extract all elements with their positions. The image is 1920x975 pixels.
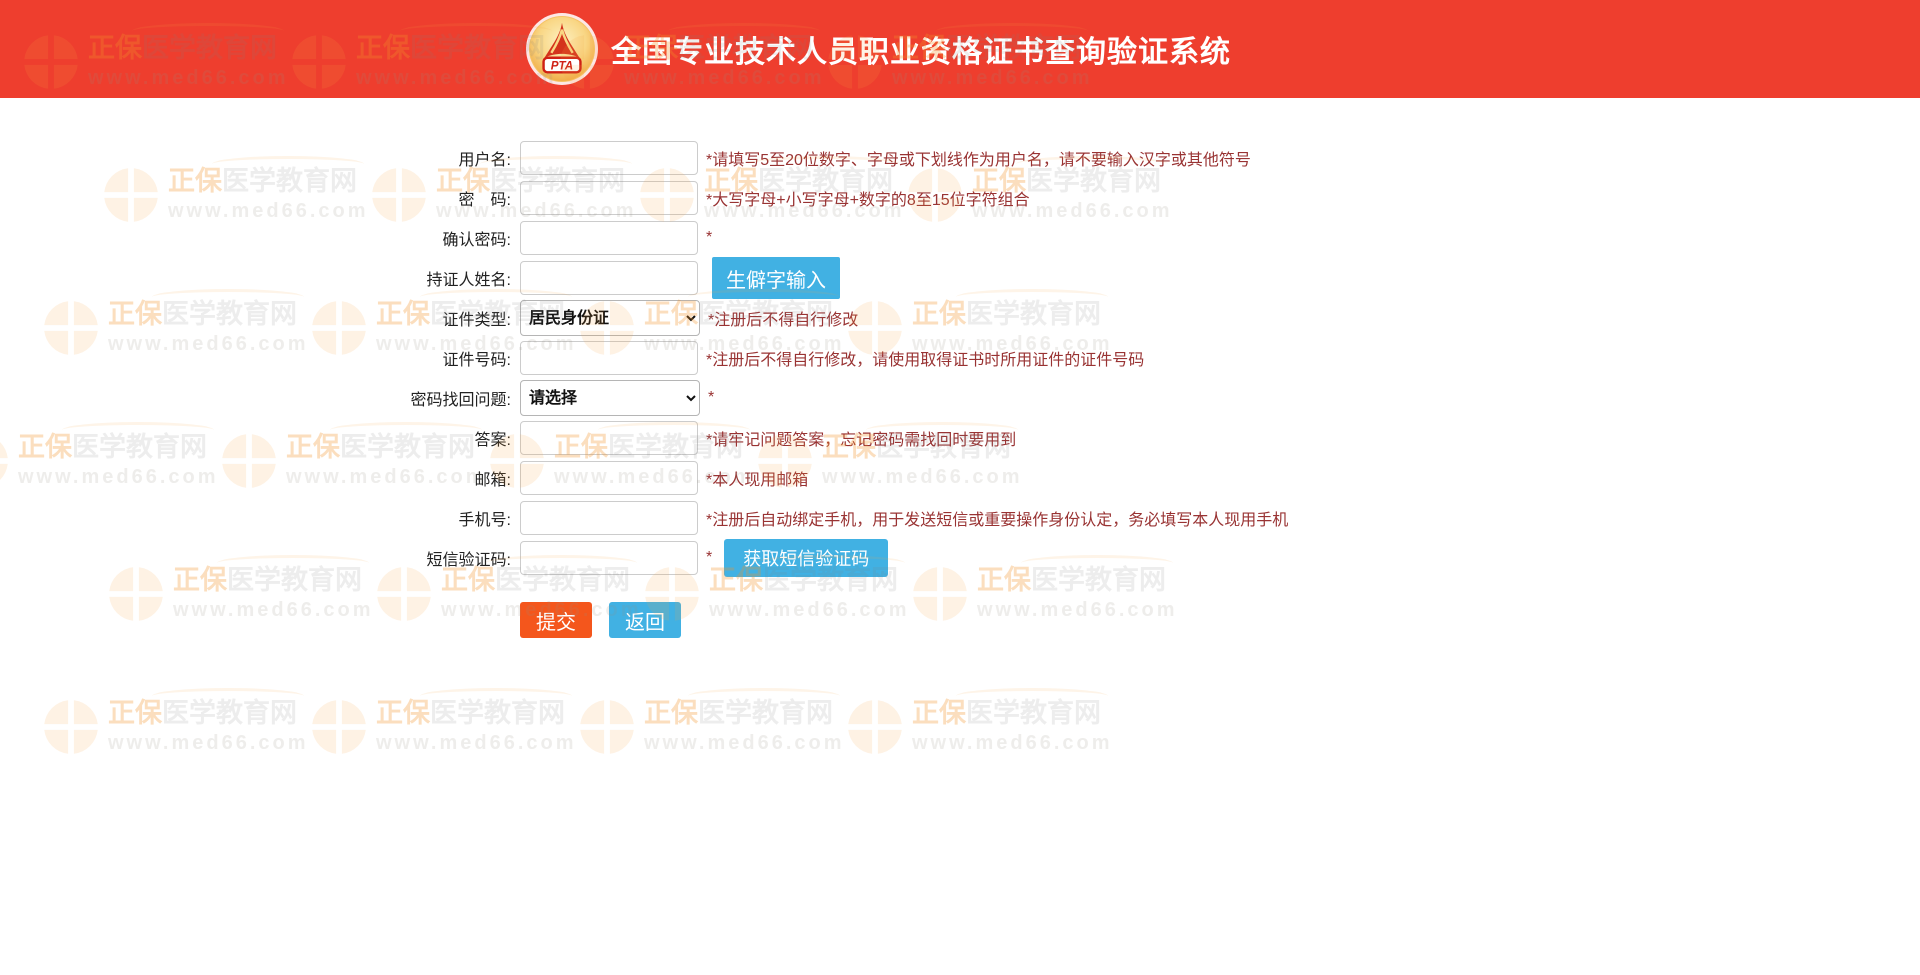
registration-form: 用户名: *请填写5至20位数字、字母或下划线作为用户名，请不要输入汉字或其他符… <box>0 138 1920 640</box>
form-row-certificate-type: 证件类型: 居民身份证 *注册后不得自行修改 <box>0 298 1920 338</box>
confirm-password-input[interactable] <box>520 221 698 255</box>
form-actions: 提交 返回 <box>0 600 1920 640</box>
security-question-hint: * <box>708 389 715 406</box>
holder-name-label: 持证人姓名: <box>426 272 511 289</box>
confirm-password-label: 确认密码: <box>442 232 511 249</box>
certificate-type-hint: *注册后不得自行修改 <box>708 312 859 329</box>
form-row-holder-name: 持证人姓名: 生僻字输入 <box>0 257 1920 299</box>
watermark-brand-text: 正保医学教育网 <box>644 698 833 729</box>
pta-logo-text: PTA <box>551 59 573 72</box>
form-row-email: 邮箱: *本人现用邮箱 <box>0 458 1920 498</box>
watermark-url-text: www.med66.com <box>108 731 309 754</box>
page-title: 全国专业技术人员职业资格证书查询验证系统 <box>611 36 1231 69</box>
form-row-password: 密 码: *大写字母+小写字母+数字的8至15位字符组合 <box>0 178 1920 218</box>
password-label: 密 码: <box>458 192 511 209</box>
security-question-label: 密码找回问题: <box>410 392 511 409</box>
certificate-number-input[interactable] <box>520 341 698 375</box>
form-row-mobile: 手机号: *注册后自动绑定手机，用于发送短信或重要操作身份认定，务必填写本人现用… <box>0 498 1920 538</box>
med66-logo-icon <box>580 700 634 754</box>
security-question-select[interactable]: 请选择 <box>520 380 700 416</box>
mobile-label: 手机号: <box>458 512 511 529</box>
watermark-url-text: www.med66.com <box>912 731 1113 754</box>
submit-button[interactable]: 提交 <box>520 602 592 638</box>
sms-code-input[interactable] <box>520 541 698 575</box>
app-header: PTA 全国专业技术人员职业资格证书查询验证系统 <box>0 0 1920 98</box>
form-row-username: 用户名: *请填写5至20位数字、字母或下划线作为用户名，请不要输入汉字或其他符… <box>0 138 1920 178</box>
certificate-type-label: 证件类型: <box>442 312 511 329</box>
watermark-tile: 正保医学教育网www.med66.com <box>40 688 309 759</box>
form-row-confirm-password: 确认密码: * <box>0 218 1920 258</box>
holder-name-input[interactable] <box>520 261 698 295</box>
pta-logo: PTA <box>529 16 595 82</box>
med66-logo-icon <box>44 700 98 754</box>
watermark-arc <box>956 688 1108 704</box>
watermark-url-text: www.med66.com <box>376 731 577 754</box>
form-row-security-question: 密码找回问题: 请选择 * <box>0 378 1920 418</box>
watermark-arc <box>688 688 840 704</box>
back-button[interactable]: 返回 <box>609 602 681 638</box>
email-input[interactable] <box>520 461 698 495</box>
answer-label: 答案: <box>474 432 511 449</box>
certificate-number-hint: *注册后不得自行修改，请使用取得证书时所用证件的证件号码 <box>706 352 1145 369</box>
email-label: 邮箱: <box>474 472 511 489</box>
email-hint: *本人现用邮箱 <box>706 472 809 489</box>
username-label: 用户名: <box>458 152 511 169</box>
answer-hint: *请牢记问题答案，忘记密码需找回时要用到 <box>706 432 1017 449</box>
header-brand: PTA 全国专业技术人员职业资格证书查询验证系统 <box>529 16 1231 82</box>
password-hint: *大写字母+小写字母+数字的8至15位字符组合 <box>706 192 1030 209</box>
med66-logo-icon <box>848 700 902 754</box>
mobile-input[interactable] <box>520 501 698 535</box>
watermark-arc <box>420 688 572 704</box>
password-input[interactable] <box>520 181 698 215</box>
confirm-password-hint: * <box>706 229 713 246</box>
certificate-type-select[interactable]: 居民身份证 <box>520 300 700 336</box>
sms-code-hint: * <box>706 549 713 566</box>
form-row-answer: 答案: *请牢记问题答案，忘记密码需找回时要用到 <box>0 418 1920 458</box>
watermark-url-text: www.med66.com <box>644 731 845 754</box>
answer-input[interactable] <box>520 421 698 455</box>
med66-logo-icon <box>312 700 366 754</box>
username-input[interactable] <box>520 141 698 175</box>
form-row-sms-code: 短信验证码: * 获取短信验证码 <box>0 538 1920 578</box>
watermark-tile: 正保医学教育网www.med66.com <box>844 688 1113 759</box>
rare-character-input-button[interactable]: 生僻字输入 <box>712 257 840 299</box>
sms-code-label: 短信验证码: <box>426 552 511 569</box>
watermark-brand-text: 正保医学教育网 <box>912 698 1101 729</box>
get-sms-code-button[interactable]: 获取短信验证码 <box>724 539 889 577</box>
watermark-tile: 正保医学教育网www.med66.com <box>308 688 577 759</box>
watermark-arc <box>152 688 304 704</box>
watermark-tile: 正保医学教育网www.med66.com <box>576 688 845 759</box>
username-hint: *请填写5至20位数字、字母或下划线作为用户名，请不要输入汉字或其他符号 <box>706 152 1251 169</box>
watermark-brand-text: 正保医学教育网 <box>108 698 297 729</box>
mobile-hint: *注册后自动绑定手机，用于发送短信或重要操作身份认定，务必填写本人现用手机 <box>706 512 1289 529</box>
pta-logo-icon: PTA <box>529 16 595 82</box>
form-row-certificate-number: 证件号码: *注册后不得自行修改，请使用取得证书时所用证件的证件号码 <box>0 338 1920 378</box>
certificate-number-label: 证件号码: <box>442 352 511 369</box>
watermark-brand-text: 正保医学教育网 <box>376 698 565 729</box>
